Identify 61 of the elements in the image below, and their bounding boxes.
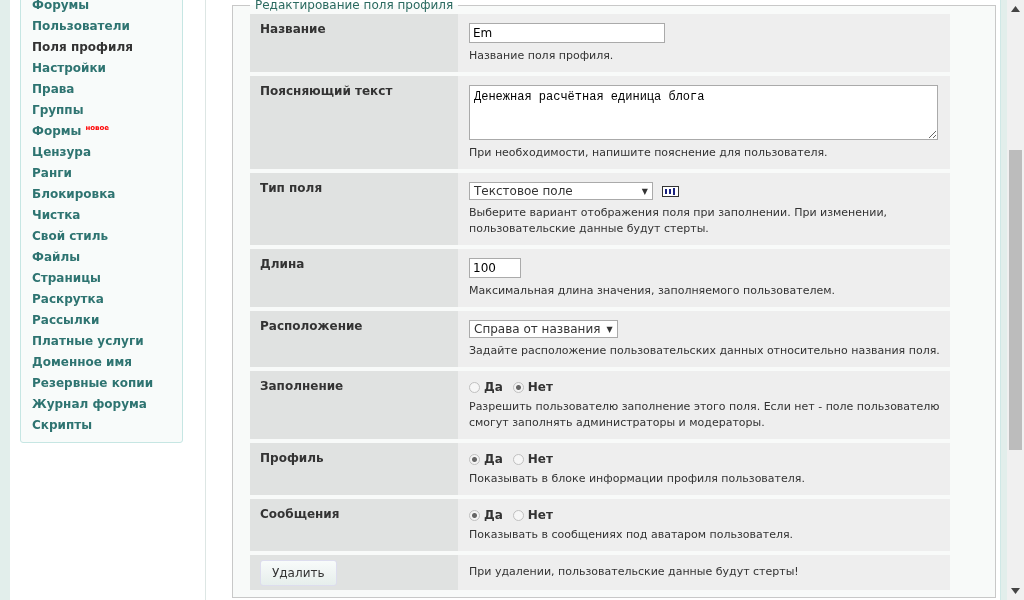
text-field-icon — [662, 185, 679, 197]
sidebar-link[interactable]: Резервные копии — [21, 373, 182, 394]
sidebar-link[interactable]: Доменное имя — [21, 352, 182, 373]
field-label: Профиль — [250, 443, 458, 495]
radio-label: Да — [484, 508, 503, 522]
sidebar-link[interactable]: Блокировка — [21, 184, 182, 205]
field-hint: Разрешить пользователю заполнение этого поля. Если нет - поле пользователю смогут заполнять администраторы и модераторы. — [469, 399, 940, 431]
radio-button[interactable] — [469, 453, 480, 465]
delete-button[interactable]: Удалить — [260, 560, 337, 586]
radio-button[interactable] — [469, 381, 480, 393]
sidebar-link[interactable]: Форумы — [21, 0, 182, 16]
sidebar-link[interactable]: Рассылки — [21, 310, 182, 331]
sidebar-link[interactable]: Страницы — [21, 268, 182, 289]
sidebar-link[interactable]: Ранги — [21, 163, 182, 184]
dropdown[interactable]: Текстовое поле ▼ — [469, 182, 653, 200]
sidebar-link[interactable]: Раскрутка — [21, 289, 182, 310]
field-label: Длина — [250, 249, 458, 307]
sidebar-link[interactable]: Группы — [21, 100, 182, 121]
sidebar-link[interactable]: Скрипты — [21, 415, 182, 436]
field-label: Расположение — [250, 311, 458, 367]
dropdown[interactable]: Справа от названия ▼ — [469, 320, 618, 338]
description-textarea[interactable]: Денежная расчётная единица блога — [469, 85, 938, 140]
down-arrow-icon — [1011, 588, 1020, 594]
sidebar-link[interactable]: Поля профиля — [21, 37, 182, 58]
scroll-thumb[interactable] — [1009, 150, 1022, 450]
radio-button[interactable] — [512, 381, 524, 393]
sidebar-link[interactable]: Журнал форума — [21, 394, 182, 415]
sidebar-link[interactable]: Файлы — [21, 247, 182, 268]
field-hint: При удалении, пользовательские данные будут стерты! — [469, 564, 800, 580]
sidebar-link[interactable]: Пользователи — [21, 16, 182, 37]
sidebar-link[interactable]: Права — [21, 79, 182, 100]
radio-label: Нет — [527, 508, 553, 522]
radio-button[interactable] — [512, 509, 524, 521]
radio-label: Нет — [527, 380, 553, 394]
radio-label: Да — [484, 452, 503, 466]
field-label: Сообщения — [250, 499, 458, 551]
length-input[interactable]: 100 — [469, 258, 521, 278]
field-label: Поясняющий текст — [250, 76, 458, 169]
sidebar-link[interactable]: Настройки — [21, 58, 182, 79]
field-label: Название — [250, 14, 458, 72]
radio-button[interactable] — [512, 453, 524, 465]
sidebar-link[interactable]: Чистка — [21, 205, 182, 226]
sidebar-link[interactable]: Платные услуги — [21, 331, 182, 352]
sidebar-link[interactable]: Свой стиль — [21, 226, 182, 247]
scrollbar[interactable] — [1007, 0, 1024, 600]
field-label: Тип поля — [250, 173, 458, 245]
radio-label: Нет — [527, 452, 553, 466]
name-input[interactable]: Em — [469, 23, 665, 43]
field-hint: Показывать в блоке информации профиля пользователя. — [469, 471, 806, 487]
sidebar-link[interactable]: Цензура — [21, 142, 182, 163]
field-hint: Название поля профиля. — [469, 48, 615, 64]
radio-label: Да — [484, 380, 503, 394]
radio-button[interactable] — [469, 509, 480, 521]
field-hint: Выберите вариант отображения поля при заполнении. При изменении, пользовательские данные будут стерты. — [469, 205, 889, 237]
field-hint: Показывать в сообщениях под аватаром пользователя. — [469, 527, 795, 543]
field-hint: Максимальная длина значения, заполняемого пользователем. — [469, 283, 837, 299]
field-hint: Задайте расположение пользовательских данных относительно названия поля. — [469, 343, 940, 359]
up-arrow-icon — [1011, 6, 1020, 12]
field-label: Заполнение — [250, 371, 458, 439]
form-title: Редактирование поля профиля — [254, 0, 455, 12]
field-hint: При необходимости, напишите пояснение для пользователя. — [469, 145, 829, 161]
